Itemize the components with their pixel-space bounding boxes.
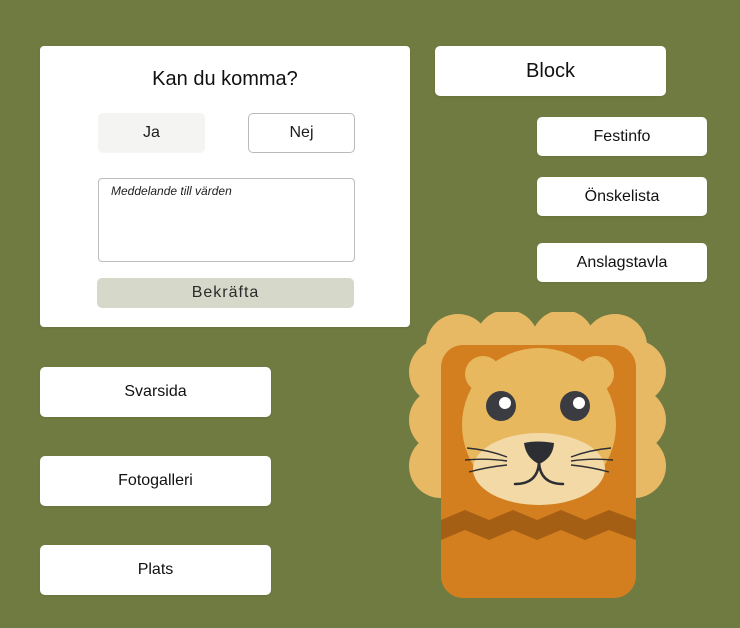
noticeboard-button[interactable]: Anslagstavla [537, 243, 707, 282]
festinfo-button[interactable]: Festinfo [537, 117, 707, 156]
wishlist-button[interactable]: Önskelista [537, 177, 707, 216]
message-to-host-field[interactable] [98, 178, 355, 262]
rsvp-card: Kan du komma? Ja Nej Bekräfta [40, 46, 410, 327]
reply-page-button[interactable]: Svarsida [40, 367, 271, 417]
rsvp-title: Kan du komma? [152, 68, 298, 90]
block-button[interactable]: Block [435, 46, 666, 96]
location-button[interactable]: Plats [40, 545, 271, 595]
photo-gallery-button[interactable]: Fotogalleri [40, 456, 271, 506]
yes-button[interactable]: Ja [98, 113, 205, 153]
lion-illustration [409, 312, 666, 598]
lion-left-eye-highlight [499, 397, 511, 409]
no-button[interactable]: Nej [248, 113, 355, 153]
lion-right-eye-highlight [573, 397, 585, 409]
confirm-button[interactable]: Bekräfta [97, 278, 354, 308]
